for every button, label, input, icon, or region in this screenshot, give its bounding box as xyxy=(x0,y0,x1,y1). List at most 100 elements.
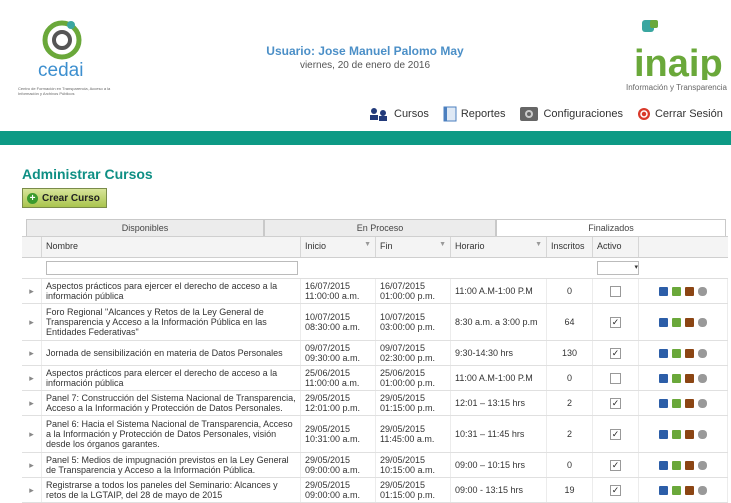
table-row[interactable]: ▸ Panel 6: Hacia el Sistema Nacional de T… xyxy=(22,416,728,453)
attach-icon[interactable] xyxy=(698,485,707,495)
course-start: 29/05/2015 09:00:00 a.m. xyxy=(301,478,376,502)
delete-icon[interactable] xyxy=(685,460,694,470)
edit-icon[interactable] xyxy=(659,317,668,327)
grid-body: ▸ Aspectos prácticos para ejercer el dere… xyxy=(22,279,728,503)
col-inicio[interactable]: Inicio ▼ xyxy=(301,237,376,257)
course-enrolled: 0 xyxy=(547,453,593,477)
attach-icon[interactable] xyxy=(698,348,707,358)
active-checkbox[interactable]: ✓ xyxy=(610,459,621,471)
course-active-cell: ✓ xyxy=(593,478,639,502)
view-icon[interactable] xyxy=(672,460,681,470)
table-row[interactable]: ▸ Foro Regional "Alcances y Retos de la L… xyxy=(22,304,728,341)
view-icon[interactable] xyxy=(672,348,681,358)
table-row[interactable]: ▸ Aspectos prácticos para elercer el dere… xyxy=(22,366,728,391)
expand-arrow-icon[interactable]: ▸ xyxy=(22,453,42,477)
col-nombre[interactable]: Nombre xyxy=(42,237,301,257)
edit-icon[interactable] xyxy=(659,286,668,296)
course-start: 29/05/2015 12:01:00 p.m. xyxy=(301,391,376,415)
courses-grid: Nombre Inicio ▼ Fin ▼ Horario ▼ Inscritos A… xyxy=(22,236,728,503)
tab-finalizados[interactable]: Finalizados xyxy=(496,219,726,237)
edit-icon[interactable] xyxy=(659,398,668,408)
edit-icon[interactable] xyxy=(659,460,668,470)
active-checkbox[interactable]: ✓ xyxy=(610,484,621,496)
expand-arrow-icon[interactable]: ▸ xyxy=(22,366,42,390)
delete-icon[interactable] xyxy=(685,317,694,327)
edit-icon[interactable] xyxy=(659,348,668,358)
active-checkbox[interactable]: ✓ xyxy=(610,347,621,359)
course-active-cell xyxy=(593,279,639,303)
name-filter-input[interactable] xyxy=(46,260,298,275)
table-row[interactable]: ▸ Aspectos prácticos para ejercer el dere… xyxy=(22,279,728,304)
active-filter-select[interactable]: ▾ xyxy=(597,261,639,275)
course-enrolled: 2 xyxy=(547,416,593,452)
view-icon[interactable] xyxy=(672,373,681,383)
expand-arrow-icon[interactable]: ▸ xyxy=(22,478,42,502)
course-end: 29/05/2015 10:15:00 a.m. xyxy=(376,453,451,477)
create-course-button[interactable]: + Crear Curso xyxy=(22,188,107,208)
active-checkbox[interactable]: ✓ xyxy=(610,397,621,409)
create-course-label: Crear Curso xyxy=(42,192,100,204)
delete-icon[interactable] xyxy=(685,398,694,408)
view-icon[interactable] xyxy=(672,429,681,439)
user-block: Usuario: Jose Manuel Palomo May viernes,… xyxy=(240,44,490,71)
grid-header: Nombre Inicio ▼ Fin ▼ Horario ▼ Inscritos A… xyxy=(22,236,728,258)
col-fin[interactable]: Fin ▼ xyxy=(376,237,451,257)
attach-icon[interactable] xyxy=(698,398,707,408)
course-start: 25/06/2015 11:00:00 a.m. xyxy=(301,366,376,390)
view-icon[interactable] xyxy=(672,485,681,495)
attach-icon[interactable] xyxy=(698,460,707,470)
nav-cursos[interactable]: Cursos xyxy=(368,107,429,121)
attach-icon[interactable] xyxy=(698,286,707,296)
course-tabs: Disponibles En Proceso Finalizados xyxy=(26,219,726,237)
expand-arrow-icon[interactable]: ▸ xyxy=(22,391,42,415)
expand-arrow-icon[interactable]: ▸ xyxy=(22,279,42,303)
expand-arrow-icon[interactable]: ▸ xyxy=(22,304,42,340)
table-row[interactable]: ▸ Jornada de sensibilización en materia d… xyxy=(22,341,728,366)
delete-icon[interactable] xyxy=(685,286,694,296)
course-name: Aspectos prácticos para ejercer el derec… xyxy=(42,279,301,303)
user-name: Usuario: Jose Manuel Palomo May xyxy=(266,44,464,58)
row-actions xyxy=(639,453,728,477)
attach-icon[interactable] xyxy=(698,317,707,327)
course-start: 16/07/2015 11:00:00 a.m. xyxy=(301,279,376,303)
course-name: Panel 5: Medios de impugnación previstos… xyxy=(42,453,301,477)
course-start: 09/07/2015 09:30:00 a.m. xyxy=(301,341,376,365)
table-row[interactable]: ▸ Registrarse a todos los paneles del Sem… xyxy=(22,478,728,503)
expand-arrow-icon[interactable]: ▸ xyxy=(22,416,42,452)
course-end: 09/07/2015 02:30:00 p.m. xyxy=(376,341,451,365)
delete-icon[interactable] xyxy=(685,485,694,495)
edit-icon[interactable] xyxy=(659,373,668,383)
delete-icon[interactable] xyxy=(685,373,694,383)
report-icon xyxy=(443,106,457,122)
people-icon xyxy=(370,108,387,121)
col-horario[interactable]: Horario ▼ xyxy=(451,237,547,257)
active-checkbox[interactable] xyxy=(610,372,621,384)
nav-reportes[interactable]: Reportes xyxy=(443,106,505,122)
delete-icon[interactable] xyxy=(685,429,694,439)
tab-en-proceso[interactable]: En Proceso xyxy=(264,219,496,237)
attach-icon[interactable] xyxy=(698,429,707,439)
view-icon[interactable] xyxy=(672,286,681,296)
row-actions xyxy=(639,366,728,390)
nav-configuraciones[interactable]: Configuraciones xyxy=(519,106,623,122)
delete-icon[interactable] xyxy=(685,348,694,358)
active-checkbox[interactable] xyxy=(610,285,621,297)
active-checkbox[interactable]: ✓ xyxy=(610,316,621,328)
table-row[interactable]: ▸ Panel 7: Construcción del Sistema Nacio… xyxy=(22,391,728,416)
tab-disponibles[interactable]: Disponibles xyxy=(26,219,264,237)
attach-icon[interactable] xyxy=(698,373,707,383)
course-active-cell: ✓ xyxy=(593,341,639,365)
table-row[interactable]: ▸ Panel 5: Medios de impugnación previsto… xyxy=(22,453,728,478)
col-activo[interactable]: Activo xyxy=(593,237,639,257)
view-icon[interactable] xyxy=(672,398,681,408)
course-schedule: 11:00 A.M-1:00 P.M xyxy=(451,279,547,303)
nav-cerrar-sesion[interactable]: Cerrar Sesión xyxy=(637,107,723,121)
course-end: 16/07/2015 01:00:00 p.m. xyxy=(376,279,451,303)
row-actions xyxy=(639,304,728,340)
col-inscritos[interactable]: Inscritos xyxy=(547,237,593,257)
view-icon[interactable] xyxy=(672,317,681,327)
edit-icon[interactable] xyxy=(659,429,668,439)
edit-icon[interactable] xyxy=(659,485,668,495)
expand-arrow-icon[interactable]: ▸ xyxy=(22,341,42,365)
active-checkbox[interactable]: ✓ xyxy=(610,428,621,440)
